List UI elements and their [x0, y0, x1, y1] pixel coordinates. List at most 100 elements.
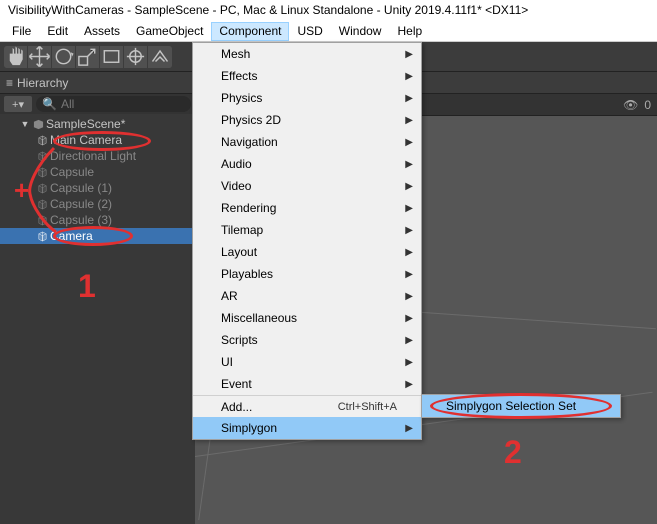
simplygon-submenu: Simplygon Selection Set — [421, 394, 621, 418]
menu-gameobject[interactable]: GameObject — [128, 22, 211, 41]
cube-icon — [36, 150, 48, 162]
menu-item-add-[interactable]: Add... Ctrl+Shift+A — [193, 395, 421, 417]
scale-tool-icon[interactable] — [76, 46, 100, 68]
cube-icon — [36, 166, 48, 178]
hierarchy-item-capsule[interactable]: Capsule — [0, 164, 195, 180]
menu-usd[interactable]: USD — [289, 22, 330, 41]
hierarchy-toolbar: +▾ 🔍 All — [0, 94, 195, 114]
menu-item-tilemap[interactable]: Tilemap▶ — [193, 219, 421, 241]
menu-item-label: Physics 2D — [221, 113, 281, 127]
menu-item-navigation[interactable]: Navigation ▶ — [193, 131, 421, 153]
hierarchy-item-capsule-2-[interactable]: Capsule (2) — [0, 196, 195, 212]
menu-item-label: AR — [221, 289, 238, 303]
menu-item-label: Playables — [221, 267, 273, 281]
hierarchy-title: Hierarchy — [17, 76, 68, 90]
submenu-arrow-icon: ▶ — [405, 291, 413, 302]
menu-bar: File Edit Assets GameObject Component US… — [0, 22, 657, 42]
hidden-icon[interactable]: 👁 — [623, 98, 638, 112]
search-icon: 🔍 — [42, 97, 57, 111]
menu-item-playables[interactable]: Playables▶ — [193, 263, 421, 285]
menu-component[interactable]: Component — [211, 22, 289, 41]
hierarchy-icon: ≡ — [6, 76, 13, 90]
simplygon-selection-set-item[interactable]: Simplygon Selection Set — [422, 395, 620, 417]
scene-row[interactable]: ▼ SampleScene* — [0, 116, 195, 132]
cube-icon — [36, 182, 48, 194]
menu-file[interactable]: File — [4, 22, 39, 41]
hierarchy-item-camera[interactable]: Camera — [0, 228, 195, 244]
submenu-arrow-icon: ▶ — [405, 71, 413, 82]
menu-item-simplygon[interactable]: Simplygon ▶ — [193, 417, 421, 439]
submenu-arrow-icon: ▶ — [405, 137, 413, 148]
menu-item-layout[interactable]: Layout▶ — [193, 241, 421, 263]
transform-tool-icon[interactable] — [124, 46, 148, 68]
hierarchy-item-label: Main Camera — [50, 133, 122, 147]
hand-tool-icon[interactable] — [4, 46, 28, 68]
hierarchy-search-input[interactable]: 🔍 All — [36, 96, 191, 112]
menu-item-label: Event — [221, 377, 252, 391]
submenu-arrow-icon: ▶ — [405, 357, 413, 368]
menu-item-mesh[interactable]: Mesh ▶ — [193, 43, 421, 65]
menu-item-physics-2d[interactable]: Physics 2D ▶ — [193, 109, 421, 131]
custom-tool-icon[interactable] — [148, 46, 172, 68]
menu-item-audio[interactable]: Audio▶ — [193, 153, 421, 175]
submenu-arrow-icon: ▶ — [405, 93, 413, 104]
submenu-arrow-icon: ▶ — [405, 115, 413, 126]
menu-item-ar[interactable]: AR ▶ — [193, 285, 421, 307]
menu-item-rendering[interactable]: Rendering ▶ — [193, 197, 421, 219]
cube-icon — [36, 214, 48, 226]
menu-item-scripts[interactable]: Scripts▶ — [193, 329, 421, 351]
submenu-arrow-icon: ▶ — [405, 225, 413, 236]
submenu-arrow-icon: ▶ — [405, 203, 413, 214]
menu-item-physics[interactable]: Physics ▶ — [193, 87, 421, 109]
menu-item-video[interactable]: Video▶ — [193, 175, 421, 197]
menu-item-label: Simplygon — [221, 421, 277, 435]
submenu-arrow-icon: ▶ — [405, 313, 413, 324]
cube-icon — [36, 134, 48, 146]
menu-item-label: Navigation — [221, 135, 278, 149]
cube-icon — [36, 198, 48, 210]
hierarchy-item-directional-light[interactable]: Directional Light — [0, 148, 195, 164]
menu-shortcut: Ctrl+Shift+A — [338, 401, 397, 413]
hierarchy-item-label: Directional Light — [50, 149, 136, 163]
menu-edit[interactable]: Edit — [39, 22, 76, 41]
hierarchy-search-placeholder: All — [61, 97, 74, 111]
hierarchy-item-capsule-1-[interactable]: Capsule (1) — [0, 180, 195, 196]
submenu-arrow-icon: ▶ — [405, 49, 413, 60]
hierarchy-header: ≡ Hierarchy — [0, 72, 195, 94]
menu-item-event[interactable]: Event▶ — [193, 373, 421, 395]
menu-item-miscellaneous[interactable]: Miscellaneous ▶ — [193, 307, 421, 329]
count-icon: 0 — [644, 98, 651, 112]
menu-item-ui[interactable]: UI▶ — [193, 351, 421, 373]
menu-item-label: Rendering — [221, 201, 276, 215]
menu-window[interactable]: Window — [331, 22, 390, 41]
move-tool-icon[interactable] — [28, 46, 52, 68]
submenu-arrow-icon: ▶ — [405, 423, 413, 434]
menu-item-label: Effects — [221, 69, 257, 83]
expand-icon[interactable]: ▼ — [20, 119, 30, 129]
component-menu: Mesh▶Effects▶Physics▶Physics 2D▶Navigati… — [192, 42, 422, 440]
hierarchy-item-main-camera[interactable]: Main Camera — [0, 132, 195, 148]
window-title: VisibilityWithCameras - SampleScene - PC… — [0, 0, 657, 22]
hierarchy-add-button[interactable]: +▾ — [4, 96, 32, 112]
hierarchy-panel: ≡ Hierarchy +▾ 🔍 All ▼ SampleScene* Main… — [0, 42, 195, 524]
menu-assets[interactable]: Assets — [76, 22, 128, 41]
menu-item-effects[interactable]: Effects ▶ — [193, 65, 421, 87]
hierarchy-item-capsule-3-[interactable]: Capsule (3) — [0, 212, 195, 228]
rect-tool-icon[interactable] — [100, 46, 124, 68]
unity-icon — [32, 118, 44, 130]
menu-item-label: Miscellaneous — [221, 311, 297, 325]
scene-label: SampleScene* — [46, 117, 125, 131]
rotate-tool-icon[interactable] — [52, 46, 76, 68]
menu-item-label: Mesh — [221, 47, 250, 61]
menu-item-label: Scripts — [221, 333, 258, 347]
menu-item-label: Physics — [221, 91, 262, 105]
submenu-arrow-icon: ▶ — [405, 181, 413, 192]
menu-help[interactable]: Help — [389, 22, 430, 41]
hierarchy-item-label: Capsule (2) — [50, 197, 112, 211]
hierarchy-item-label: Camera — [50, 229, 93, 243]
submenu-arrow-icon: ▶ — [405, 159, 413, 170]
menu-item-label: Add... — [221, 400, 252, 414]
cube-icon — [36, 230, 48, 242]
hierarchy-tree: ▼ SampleScene* Main Camera Directional Li… — [0, 114, 195, 246]
hierarchy-item-label: Capsule (3) — [50, 213, 112, 227]
